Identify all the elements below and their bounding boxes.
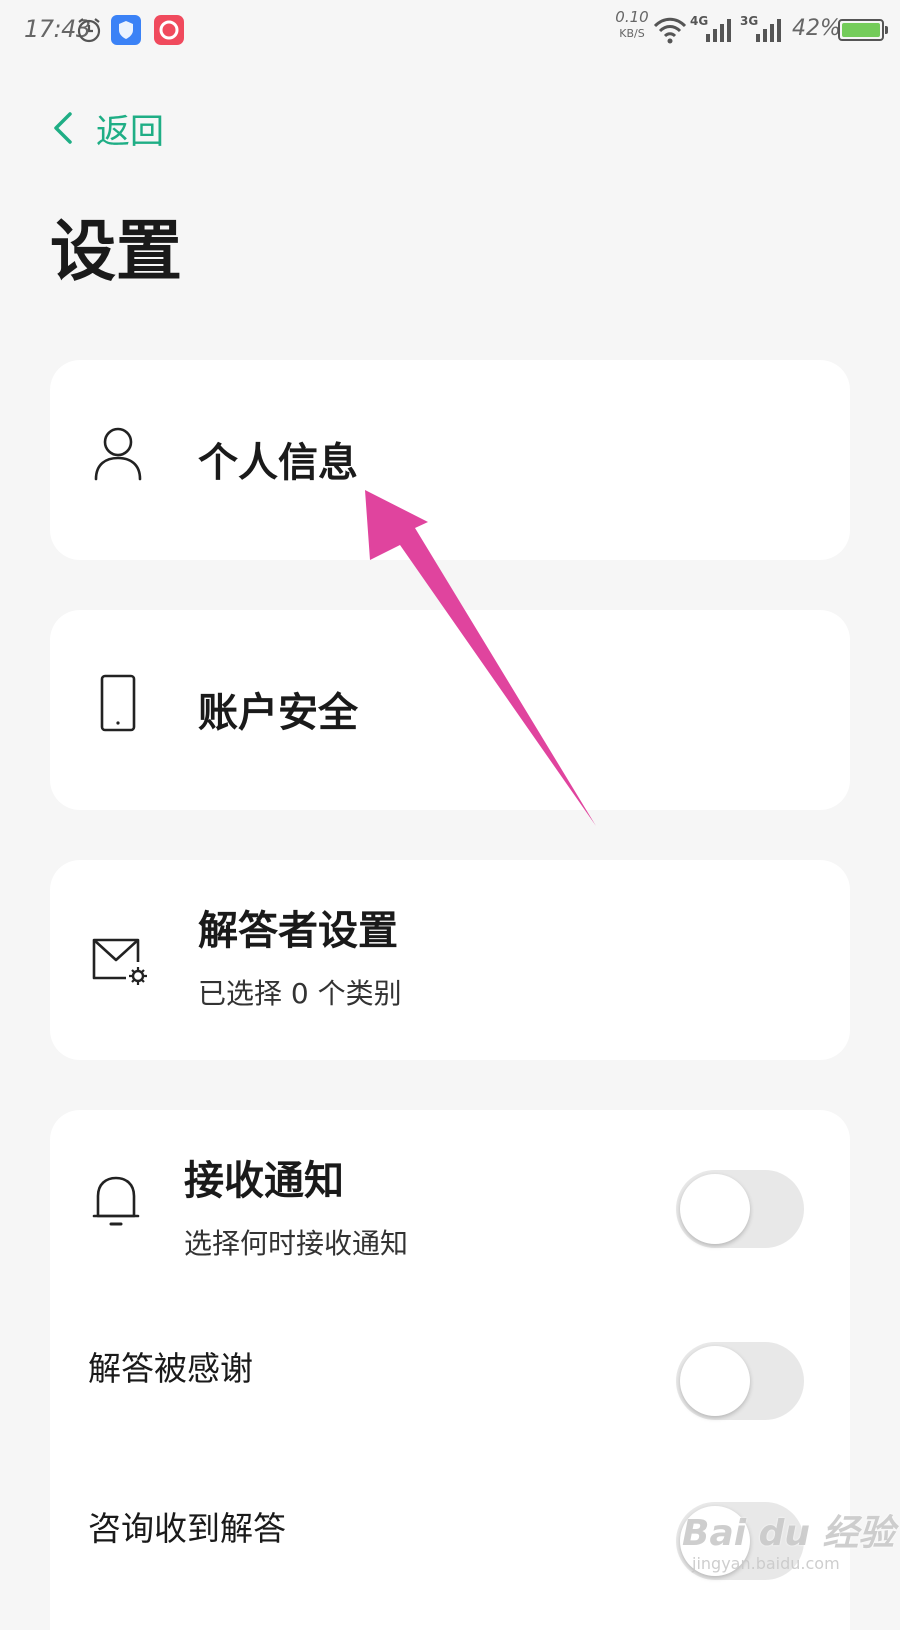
bell-icon [92, 1176, 140, 1226]
back-label: 返回 [96, 111, 164, 152]
answerer-settings-item[interactable]: 解答者设置 已选择 0 个类别 [50, 860, 850, 1060]
signal-3g: 3G [740, 14, 790, 46]
signal-icon [756, 19, 781, 42]
answerer-settings-subtitle: 已选择 0 个类别 [198, 977, 402, 1010]
battery-fill [842, 23, 880, 37]
phone-icon [100, 674, 136, 732]
shield-icon [111, 15, 141, 45]
signal-4g: 4G [690, 14, 740, 46]
answerer-settings-card: 解答者设置 已选择 0 个类别 [50, 860, 850, 1060]
person-icon [94, 427, 142, 481]
net-speed: 0.10 KB/S [612, 8, 652, 40]
option-thanks-label: 解答被感谢 [88, 1349, 253, 1388]
chevron-left-icon [54, 112, 72, 144]
watermark-sub: jingyan.baidu.com [692, 1554, 840, 1573]
notifications-toggle[interactable] [676, 1170, 804, 1248]
watermark-main: Bai du 经验 [682, 1513, 895, 1554]
page-title: 设置 [50, 213, 182, 290]
app-icon [154, 15, 184, 45]
notifications-subtitle: 选择何时接收通知 [184, 1227, 409, 1260]
answerer-settings-title: 解答者设置 [198, 908, 398, 954]
toggle-knob [680, 1174, 750, 1244]
signal-icon [706, 19, 731, 42]
option-answered-label: 咨询收到解答 [88, 1509, 286, 1548]
personal-info-title: 个人信息 [198, 440, 358, 486]
alarm-icon [77, 18, 101, 43]
baidu-watermark: Bai du 经验 jingyan.baidu.com [672, 1498, 895, 1588]
status-bar: 17:43 0.10 KB/S 4G 3G 42% [0, 0, 900, 64]
net-speed-value: 0.10 [615, 8, 649, 26]
option-thanks-toggle[interactable] [676, 1342, 804, 1420]
account-security-card: 账户安全 [50, 610, 850, 810]
wifi-icon [653, 17, 687, 44]
battery-percent: 42% [792, 16, 841, 41]
personal-info-item[interactable]: 个人信息 [50, 360, 850, 560]
personal-info-card: 个人信息 [50, 360, 850, 560]
battery-icon [838, 19, 888, 41]
back-button[interactable]: 返回 [50, 100, 164, 156]
account-security-item[interactable]: 账户安全 [50, 610, 850, 810]
mail-gear-icon [92, 938, 147, 985]
toggle-knob [680, 1346, 750, 1416]
account-security-title: 账户安全 [198, 690, 358, 736]
net-speed-unit: KB/S [619, 27, 645, 40]
notifications-title: 接收通知 [184, 1158, 344, 1204]
